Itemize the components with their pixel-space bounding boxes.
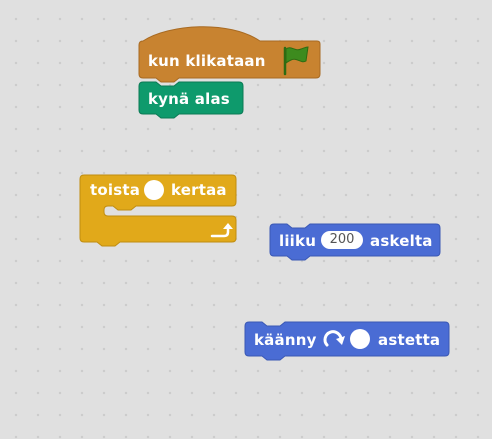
move-label-after: askelta xyxy=(370,232,433,250)
move-steps-block[interactable]: liiku 200 askelta xyxy=(269,223,442,261)
repeat-count-input[interactable] xyxy=(144,180,164,200)
turn-label-after: astetta xyxy=(378,331,441,349)
when-flag-clicked-block[interactable]: kun klikataan xyxy=(138,24,321,83)
repeat-block[interactable]: toista kertaa xyxy=(79,174,238,247)
loop-arrow-icon xyxy=(210,223,233,238)
repeat-label-after: kertaa xyxy=(171,181,227,199)
move-steps-input[interactable]: 200 xyxy=(321,231,363,249)
turn-degrees-input[interactable] xyxy=(350,329,370,349)
when-flag-label: kun klikataan xyxy=(148,52,266,70)
pen-down-block[interactable]: kynä alas xyxy=(138,81,245,119)
turn-right-block[interactable]: käänny astetta xyxy=(244,321,451,361)
green-flag-icon xyxy=(283,46,309,76)
move-label-before: liiku xyxy=(279,232,317,250)
scripts-area[interactable]: kun klikataan kynä alas toista kertaa li… xyxy=(0,0,492,439)
rotate-clockwise-icon xyxy=(323,330,345,347)
repeat-label-before: toista xyxy=(90,181,141,199)
turn-label-before: käänny xyxy=(254,331,317,349)
pen-down-label: kynä alas xyxy=(148,90,230,108)
